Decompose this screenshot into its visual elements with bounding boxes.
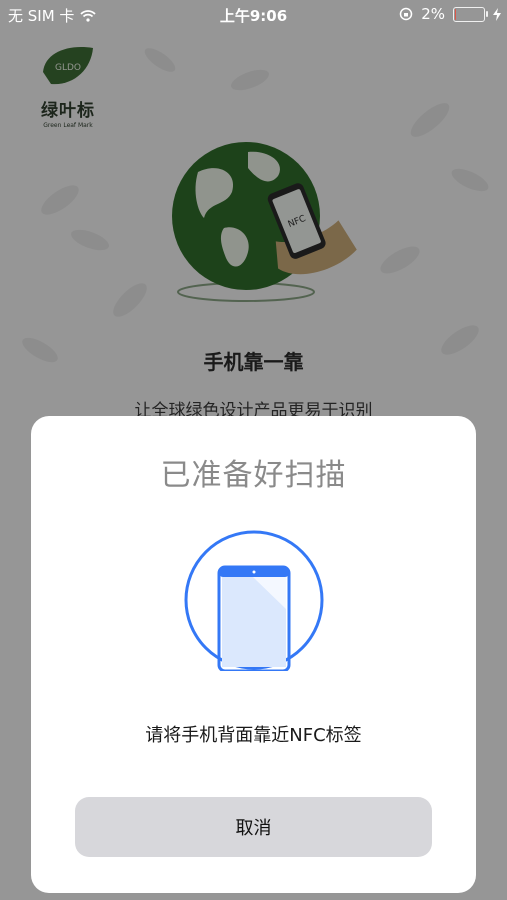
status-bar: 无 SIM 卡 上午9:06 2% <box>0 0 507 28</box>
phone-scan-icon <box>184 530 324 671</box>
dialog-message: 请将手机背面靠近NFC标签 <box>145 725 362 746</box>
charging-bolt-icon <box>493 7 501 21</box>
battery-level-fill <box>455 8 456 20</box>
nfc-scan-dialog: 已准备好扫描 请将手机背面靠近NFC标签 取消 <box>31 416 476 893</box>
orientation-lock-icon <box>399 7 413 21</box>
battery-icon <box>453 6 488 22</box>
cancel-button[interactable]: 取消 <box>75 797 432 857</box>
dialog-title: 已准备好扫描 <box>160 458 347 493</box>
battery-percent: 2% <box>421 5 445 23</box>
